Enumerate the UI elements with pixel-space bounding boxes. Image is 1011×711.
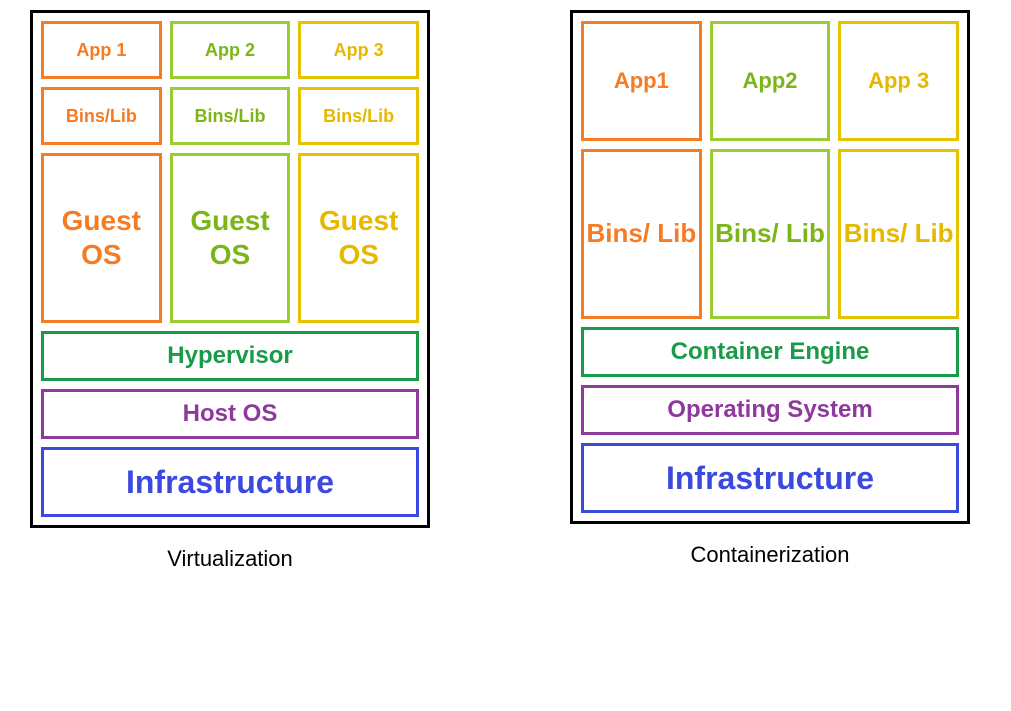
ct-app-2-label: App2 <box>743 68 798 94</box>
vm-bins-1: Bins/Lib <box>41 87 162 145</box>
ct-bins-1: Bins/ Lib <box>581 149 702 319</box>
ct-infrastructure-layer: Infrastructure <box>581 443 959 513</box>
ct-bins-3: Bins/ Lib <box>838 149 959 319</box>
containerization-panel: App1 App2 App 3 Bins/ Lib Bins/ Lib Bins… <box>570 10 970 568</box>
operating-system-label: Operating System <box>667 396 872 424</box>
ct-bins-3-label: Bins/ Lib <box>844 218 954 249</box>
vm-guestos-3-label: Guest OS <box>301 204 416 271</box>
ct-app-3-label: App 3 <box>868 68 929 94</box>
vm-app-2: App 2 <box>170 21 291 79</box>
vm-guestos-2: Guest OS <box>170 153 291 323</box>
host-os-label: Host OS <box>183 400 278 428</box>
ct-bins-2-label: Bins/ Lib <box>715 218 825 249</box>
vm-guestos-1: Guest OS <box>41 153 162 323</box>
vm-bins-3-label: Bins/Lib <box>323 106 394 127</box>
container-engine-label: Container Engine <box>671 338 870 366</box>
ct-app-1-label: App1 <box>614 68 669 94</box>
vm-bins-2-label: Bins/Lib <box>195 106 266 127</box>
vm-bins-2: Bins/Lib <box>170 87 291 145</box>
vm-guestos-1-label: Guest OS <box>44 204 159 271</box>
virtualization-caption: Virtualization <box>167 546 293 572</box>
vm-column-3: App 3 Bins/Lib Guest OS <box>298 21 419 323</box>
vm-app-3: App 3 <box>298 21 419 79</box>
virtualization-stack: App 1 Bins/Lib Guest OS App 2 Bins/Lib G… <box>30 10 430 528</box>
vm-guestos-2-label: Guest OS <box>173 204 288 271</box>
ct-app-2: App2 <box>710 21 831 141</box>
virtualization-panel: App 1 Bins/Lib Guest OS App 2 Bins/Lib G… <box>30 10 430 572</box>
host-os-layer: Host OS <box>41 389 419 439</box>
vm-app-1-label: App 1 <box>76 40 126 61</box>
container-engine-layer: Container Engine <box>581 327 959 377</box>
hypervisor-layer: Hypervisor <box>41 331 419 381</box>
containerization-caption-text: Containerization <box>691 542 850 567</box>
ct-infra-label: Infrastructure <box>666 460 874 497</box>
containerization-stack: App1 App2 App 3 Bins/ Lib Bins/ Lib Bins… <box>570 10 970 524</box>
vm-column-2: App 2 Bins/Lib Guest OS <box>170 21 291 323</box>
container-apps-row: App1 App2 App 3 <box>581 21 959 141</box>
containerization-caption: Containerization <box>691 542 850 568</box>
vm-app-2-label: App 2 <box>205 40 255 61</box>
ct-bins-2: Bins/ Lib <box>710 149 831 319</box>
vm-infra-label: Infrastructure <box>126 464 334 501</box>
ct-bins-1-label: Bins/ Lib <box>586 218 696 249</box>
ct-app-3: App 3 <box>838 21 959 141</box>
vm-bins-3: Bins/Lib <box>298 87 419 145</box>
vm-bins-1-label: Bins/Lib <box>66 106 137 127</box>
vm-infrastructure-layer: Infrastructure <box>41 447 419 517</box>
vm-app-1: App 1 <box>41 21 162 79</box>
operating-system-layer: Operating System <box>581 385 959 435</box>
container-bins-row: Bins/ Lib Bins/ Lib Bins/ Lib <box>581 149 959 319</box>
vm-app-3-label: App 3 <box>334 40 384 61</box>
virtualization-caption-text: Virtualization <box>167 546 293 571</box>
ct-app-1: App1 <box>581 21 702 141</box>
vm-column-1: App 1 Bins/Lib Guest OS <box>41 21 162 323</box>
vm-columns: App 1 Bins/Lib Guest OS App 2 Bins/Lib G… <box>41 21 419 323</box>
hypervisor-label: Hypervisor <box>167 342 292 370</box>
vm-guestos-3: Guest OS <box>298 153 419 323</box>
